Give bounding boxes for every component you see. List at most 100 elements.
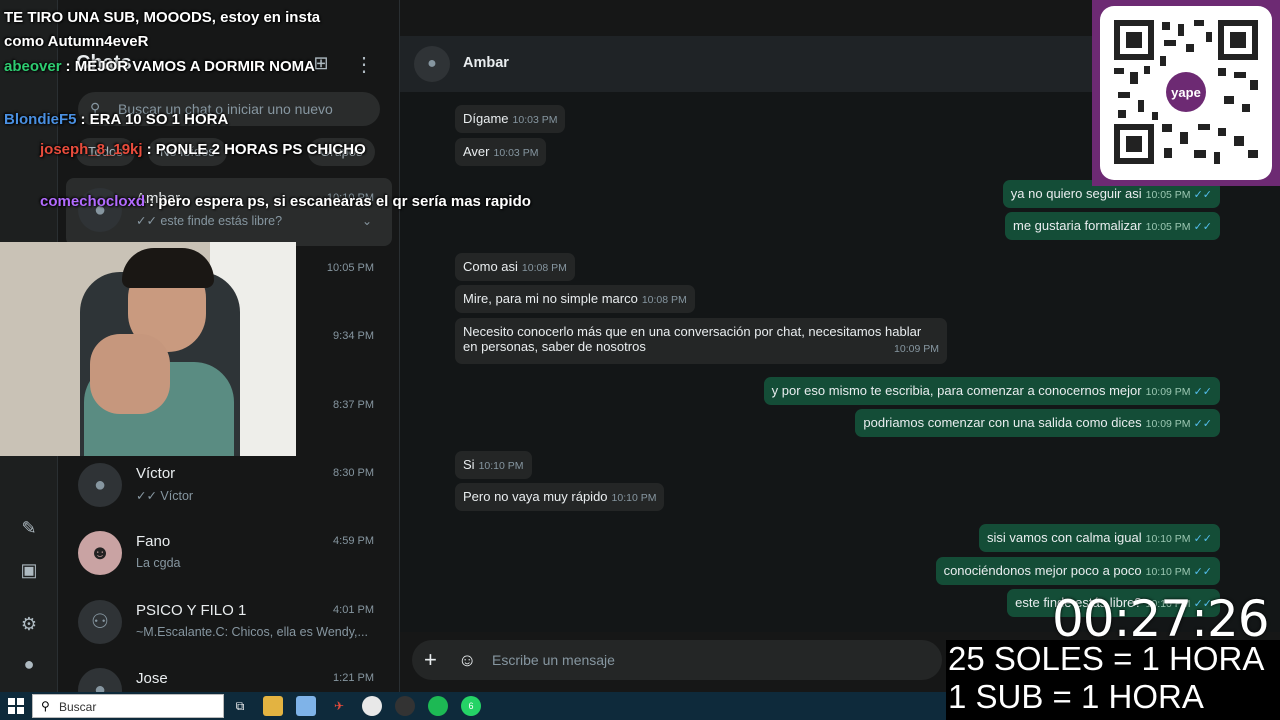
message-text: Si [463,457,475,472]
message-text: Mire, para mi no simple marco [463,291,638,306]
spotify-icon[interactable] [428,696,448,716]
chat-row-time: 1:21 PM [333,672,374,684]
message-time: 10:05 PM [1145,189,1191,201]
incoming-message[interactable]: Si 10:10 PM [455,451,532,479]
chat-row-time: 8:30 PM [333,467,374,479]
chat-row-preview: La cgda [136,556,181,570]
outgoing-message[interactable]: y por eso mismo te escribia, para comenz… [763,377,1220,405]
status-icon[interactable]: ✎ [17,516,41,540]
contact-name: Ambar [463,55,509,71]
message-time: 10:10 PM [1145,566,1191,578]
message-time: 10:10 PM [1145,533,1191,545]
message-time: 10:09 PM [1145,386,1191,398]
chat-row-time: 4:59 PM [333,535,374,547]
windows-start-icon[interactable] [8,698,24,714]
message-text: y por eso mismo te escribia, para comenz… [771,383,1142,398]
chat-row-victor[interactable]: ● Víctor 8:30 PM ✓✓ Víctor [66,453,392,521]
avatar: ● [78,463,122,507]
file-explorer-icon[interactable] [263,696,283,716]
message-time: 10:08 PM [641,294,687,306]
stream-chat-text: : MEJOR VAMOS A DORMIR NOMA [65,58,315,75]
incoming-message[interactable]: Pero no vaya muy rápido 10:10 PM [455,483,665,511]
incoming-message[interactable]: Aver 10:03 PM [455,138,547,166]
stream-chat-text: TE TIRO UNA SUB, MOOODS, estoy en insta … [4,9,321,50]
emoji-icon[interactable]: ☺ [458,650,476,671]
stream-chat-user: joseph_8_19kj [40,141,143,158]
webcam-streamer-hair [122,248,214,288]
chat-row-preview: ✓✓ Víctor [136,489,194,503]
read-check-icon: ✓✓ [1193,386,1212,398]
stream-promo-box: 25 SOLES = 1 HORA 1 SUB = 1 HORA [946,640,1280,720]
stream-chat-message: TE TIRO UNA SUB, MOOODS, estoy en insta … [4,6,324,54]
message-text: Aver [463,144,490,159]
stream-chat-message: abeover: MEJOR VAMOS A DORMIR NOMA [4,58,315,75]
chat-row-time: 4:01 PM [333,604,374,616]
notepad-icon[interactable] [296,696,316,716]
message-input[interactable] [492,640,892,680]
settings-gear-icon[interactable]: ⚙ [17,612,41,636]
chat-row-jose[interactable]: ● Jose 1:21 PM [66,658,392,692]
chat-row-name: Víctor [136,465,176,482]
message-text: me gustaria formalizar [1013,218,1142,233]
composer-bar[interactable]: + ☺ [412,640,942,680]
task-view-icon[interactable]: ⧉ [230,696,250,716]
chat-row-ambar[interactable]: ● Ambar 10:10 PM ✓✓ este finde estás lib… [66,178,392,246]
chat-row-name: Fano [136,533,171,550]
chat-row-time: 10:05 PM [326,262,374,274]
menu-icon[interactable]: ⋮ [354,52,374,76]
chat-row-name: Jose [136,670,168,687]
whatsapp-badge: 6 [468,701,474,711]
outgoing-message[interactable]: me gustaria formalizar 10:05 PM ✓✓ [1005,212,1220,240]
incoming-message[interactable]: Como asi 10:08 PM [455,253,575,281]
attach-plus-icon[interactable]: + [424,648,437,672]
stream-chat-text: : PONLE 2 HORAS PS CHICHO [146,141,366,158]
incoming-message[interactable]: Necesito conocerlo más que en una conver… [455,318,947,364]
message-time: 10:09 PM [894,343,939,355]
taskbar-search[interactable]: ⚲ Buscar [32,694,224,718]
avatar: ● [78,668,122,692]
chat-row-time: 9:34 PM [333,330,374,342]
media-icon[interactable]: ▣ [17,558,41,582]
message-time: 10:03 PM [493,147,539,159]
profile-icon[interactable]: ● [17,652,41,676]
chat-row-time: 8:37 PM [333,399,374,411]
message-text: sisi vamos con calma igual [986,530,1142,545]
read-check-icon: ✓✓ [1193,533,1212,545]
obs-icon[interactable] [395,696,415,716]
read-check-icon: ✓✓ [1193,418,1212,430]
chat-row-preview: ✓✓ este finde estás libre? [136,214,283,228]
promo-line: 1 SUB = 1 HORA [948,678,1204,715]
message-text: Necesito conocerlo más que en una conver… [463,324,922,354]
incoming-message[interactable]: Mire, para mi no simple marco 10:08 PM [455,285,695,313]
chat-row-fano[interactable]: ☻ Fano 4:59 PM La cgda [66,521,392,589]
webcam-overlay [0,242,296,456]
chat-row-name: PSICO Y FILO 1 [136,602,247,619]
message-time: 10:10 PM [478,460,524,472]
stream-chat-user: comechocloxd [40,193,146,210]
outgoing-message[interactable]: sisi vamos con calma igual 10:10 PM ✓✓ [978,524,1220,552]
app-icon[interactable]: ✈ [329,696,349,716]
stream-chat-message: BlondieF5: ERA 10 SO 1 HORA [4,111,228,128]
stream-timer: 00:27:26 [1052,590,1270,648]
search-icon: ⚲ [41,699,50,713]
stream-chat-message: joseph_8_19kj: PONLE 2 HORAS PS CHICHO [4,141,366,158]
stream-chat-text: : ERA 10 SO 1 HORA [80,111,229,128]
webcam-streamer-hands [90,334,170,414]
chrome-icon[interactable] [362,696,382,716]
message-text: Pero no vaya muy rápido [463,489,608,504]
windows-taskbar: ⚲ Buscar ⧉ ✈ 6 [0,692,946,720]
read-check-icon: ✓✓ [1193,566,1212,578]
message-time: 10:08 PM [521,262,567,274]
message-time: 10:09 PM [1145,418,1191,430]
avatar: ☻ [78,531,122,575]
incoming-message[interactable]: Dígame 10:03 PM [455,105,566,133]
whatsapp-taskbar-icon[interactable]: 6 [461,696,481,716]
chat-row-psico[interactable]: ⚇ PSICO Y FILO 1 4:01 PM ~M.Escalante.C:… [66,590,392,658]
contact-avatar[interactable]: ● [414,46,450,82]
chevron-down-icon[interactable]: ⌄ [362,214,372,228]
stream-chat-user: BlondieF5 [4,111,77,128]
outgoing-message[interactable]: conociéndonos mejor poco a poco 10:10 PM ✓… [935,557,1220,585]
message-time: 10:03 PM [512,114,558,126]
stream-chat-message: comechocloxd: pero espera ps, si escanea… [4,193,531,210]
outgoing-message[interactable]: podriamos comenzar con una salida como d… [855,409,1220,437]
